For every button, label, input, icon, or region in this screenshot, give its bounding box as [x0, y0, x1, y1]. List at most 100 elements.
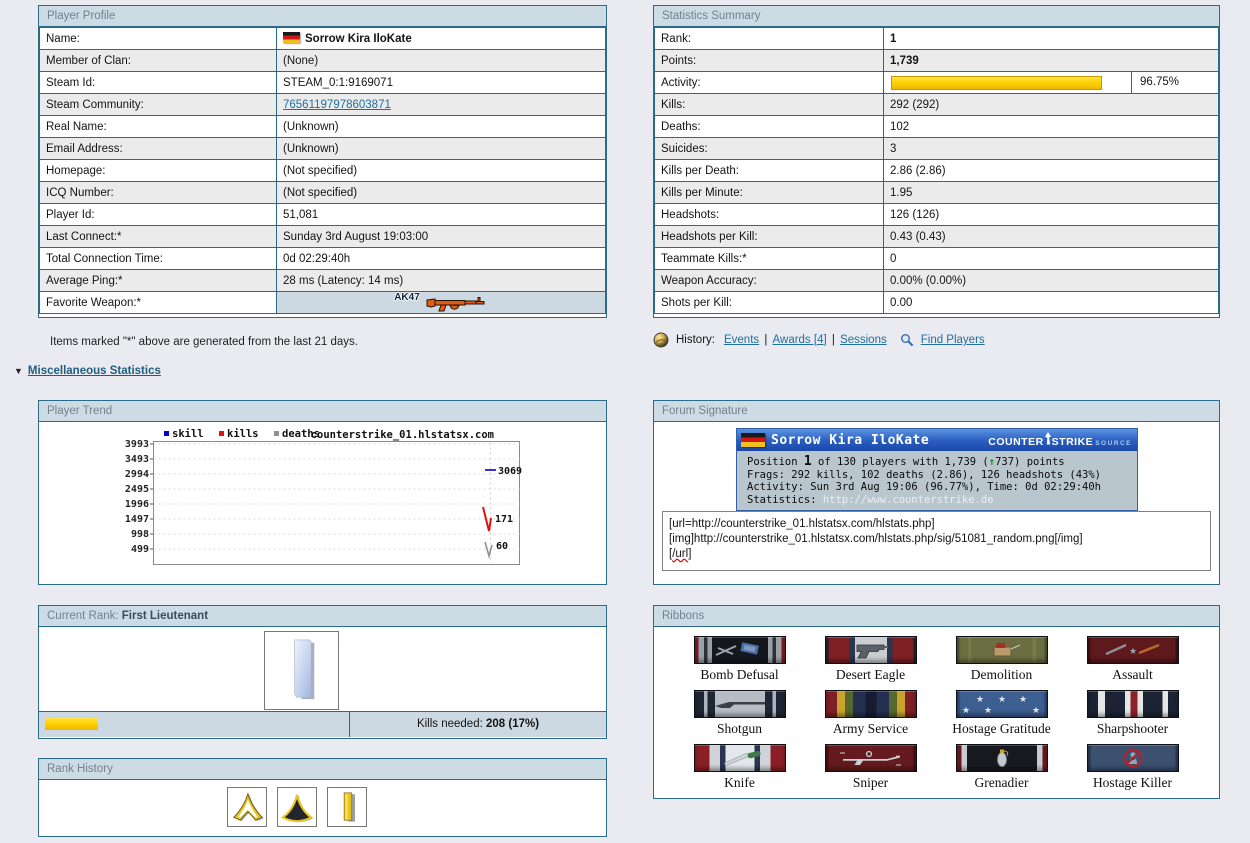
panel-title: Player Trend	[39, 401, 606, 422]
svg-text:60: 60	[496, 541, 508, 552]
row-value: 3	[883, 137, 1219, 160]
row-label: Headshots per Kill:	[654, 225, 884, 248]
ribbon-label: Hostage Gratitude	[952, 721, 1051, 736]
ribbon-shotgun	[693, 690, 786, 718]
svg-text:skill: skill	[172, 428, 204, 440]
row-value: AK47	[276, 291, 606, 314]
misc-statistics-row: ▼ Miscellaneous Statistics	[14, 365, 161, 377]
row-label: Rank:	[654, 27, 884, 50]
history-link-awards[interactable]: Awards [4]	[773, 334, 827, 346]
grenade-icon	[970, 748, 1034, 768]
ribbon-item: Sniper	[805, 744, 936, 798]
row-value: STEAM_0:1:9169071	[276, 71, 606, 94]
find-players-link[interactable]: Find Players	[921, 334, 985, 346]
bbcode-line: [url=http://counterstrike_01.hlstatsx.co…	[669, 518, 935, 530]
profile-row: ICQ Number: (Not specified)	[39, 181, 606, 204]
ribbon-item: Bomb Defusal	[674, 636, 805, 690]
svg-text:998: 998	[131, 529, 149, 540]
ribbon-army-service	[824, 690, 917, 718]
miscellaneous-statistics-link[interactable]: Miscellaneous Statistics	[28, 365, 161, 377]
row-label: ICQ Number:	[39, 181, 277, 204]
row-value: 0	[883, 247, 1219, 270]
svg-text:counterstrike_01.hlstatsx.com: counterstrike_01.hlstatsx.com	[311, 429, 494, 441]
svg-text:★: ★	[1019, 695, 1027, 705]
svg-text:1996: 1996	[125, 499, 149, 510]
row-value: (Unknown)	[276, 137, 606, 160]
panel-title: Ribbons	[654, 606, 1219, 627]
profile-row: Steam Community: 76561197978603871	[39, 93, 606, 116]
logo-counter: COUNTER	[988, 436, 1044, 448]
signature-bbcode-textarea[interactable]: [url=http://counterstrike_01.hlstatsx.co…	[662, 511, 1211, 571]
history-label: History:	[676, 334, 715, 346]
history-icon	[653, 332, 669, 348]
row-label: Real Name:	[39, 115, 277, 138]
steam-community-link[interactable]: 76561197978603871	[283, 99, 391, 111]
row-label: Suicides:	[654, 137, 884, 160]
stats-row: Kills per Death: 2.86 (2.86)	[654, 159, 1219, 182]
stats-row: Headshots per Kill: 0.43 (0.43)	[654, 225, 1219, 248]
rank-progress-track	[39, 712, 350, 737]
signature-line: Statistics: http://www.counterstrike.de	[747, 493, 994, 506]
history-link-sessions[interactable]: Sessions	[840, 334, 887, 346]
row-value: 2.86 (2.86)	[883, 159, 1219, 182]
row-label: Favorite Weapon:*	[39, 291, 277, 314]
pliers-icon	[708, 640, 772, 660]
ribbon-label: Demolition	[970, 667, 1033, 682]
sniper-icon	[839, 748, 903, 768]
panel-title: Rank History	[39, 759, 606, 780]
player-profile-panel: Player Profile Name: Sorrow Kira IloKate M…	[38, 5, 607, 318]
ribbons-panel: Ribbons Bomb Defusal Desert Eagle Demoliti…	[653, 605, 1220, 799]
rank-history-gold-bar-icon	[327, 787, 367, 827]
ribbon-item: ★ Assault	[1067, 636, 1198, 690]
stats-row: Activity: 96.75%	[654, 71, 1219, 94]
row-label: Total Connection Time:	[39, 247, 277, 270]
row-label: Average Ping:*	[39, 269, 277, 292]
rank-progress-bar	[45, 718, 98, 730]
history-link-events[interactable]: Events	[724, 334, 759, 346]
svg-text:3493: 3493	[125, 454, 149, 465]
ribbon-label: Shotgun	[716, 721, 762, 736]
profile-row: Average Ping:* 28 ms (Latency: 14 ms)	[39, 269, 606, 292]
svg-text:2495: 2495	[125, 484, 149, 495]
svg-text:3993: 3993	[125, 439, 149, 450]
row-label: Weapon Accuracy:	[654, 269, 884, 292]
row-value: 1.95	[883, 181, 1219, 204]
stats-row: Deaths: 102	[654, 115, 1219, 138]
ribbon-knife	[693, 744, 786, 772]
row-label: Player Id:	[39, 203, 277, 226]
panel-title: Forum Signature	[654, 401, 1219, 422]
ak47-weapon-icon	[426, 296, 488, 312]
signature-player-name: Sorrow Kira IloKate	[771, 432, 930, 448]
stars-icon: ★ ★ ★ ★ ★ ★	[957, 691, 1047, 717]
activity-bar-track	[885, 72, 1132, 93]
stats-row: Weapon Accuracy: 0.00% (0.00%)	[654, 269, 1219, 292]
ribbon-item: Sharpshooter	[1067, 690, 1198, 744]
row-label: Activity:	[654, 71, 884, 94]
history-bar: History: Events | Awards [4] | Sessions …	[653, 332, 985, 348]
profile-row: Steam Id: STEAM_0:1:9169071	[39, 71, 606, 94]
svg-text:★: ★	[962, 706, 970, 716]
ribbon-hostage-gratitude: ★ ★ ★ ★ ★ ★	[955, 690, 1048, 718]
ribbon-item: Army Service	[805, 690, 936, 744]
stats-row: Kills per Minute: 1.95	[654, 181, 1219, 204]
ribbon-item: Hostage Killer	[1067, 744, 1198, 798]
ribbon-item: Demolition	[936, 636, 1067, 690]
row-label: Kills:	[654, 93, 884, 116]
stats-row: Headshots: 126 (126)	[654, 203, 1219, 226]
svg-text:1497: 1497	[125, 514, 149, 525]
kills-needed-label: Kills needed:	[416, 718, 486, 730]
svg-text:3069: 3069	[498, 466, 522, 477]
footnote: Items marked "*" above are generated fro…	[50, 336, 358, 348]
signature-line: Frags: 292 kills, 102 deaths (2.86), 126…	[747, 468, 1102, 481]
rank-history-panel: Rank History	[38, 758, 607, 837]
row-value: 126 (126)	[883, 203, 1219, 226]
player-trend-chart: skill kills deathscounterstrike_01.hlstats…	[125, 428, 522, 565]
row-label: Steam Id:	[39, 71, 277, 94]
panel-title: Player Profile	[39, 6, 606, 27]
player-name: Sorrow Kira IloKate	[305, 33, 412, 45]
no-hostage-icon	[1101, 748, 1165, 768]
profile-row: Player Id: 51,081	[39, 203, 606, 226]
row-label: Teammate Kills:*	[654, 247, 884, 270]
logo-source: SOURCE	[1095, 440, 1132, 447]
stats-row: Points: 1,739	[654, 49, 1219, 72]
